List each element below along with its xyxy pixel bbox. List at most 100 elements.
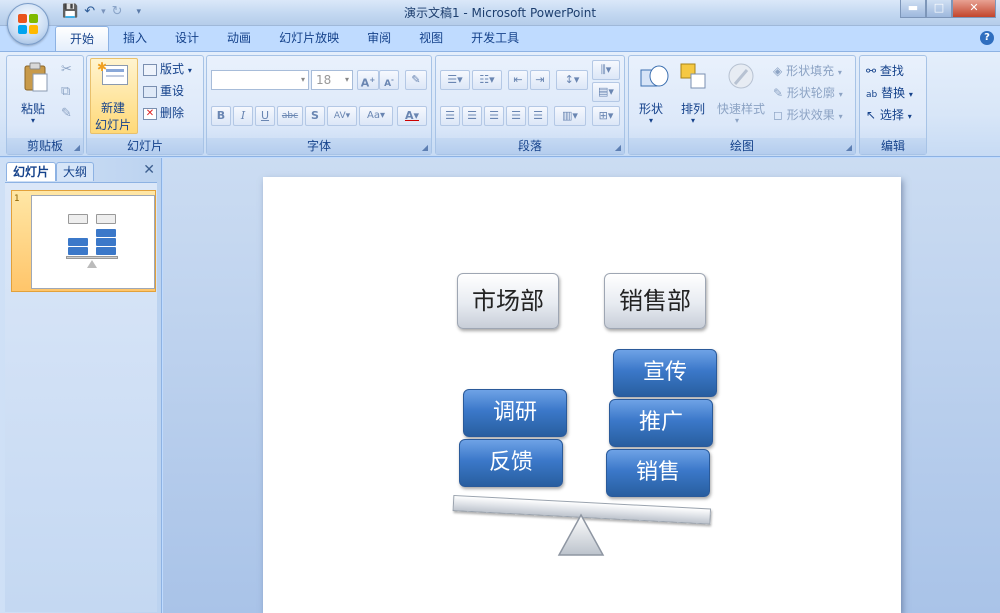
shape-effects-label: 形状效果 [786, 108, 835, 122]
paragraph-dialog-launcher-icon[interactable]: ◢ [615, 143, 621, 152]
effects-icon: ◻ [773, 108, 783, 122]
clear-formatting-icon[interactable]: ✎ [405, 70, 427, 90]
market-dept-box[interactable]: 市场部 [457, 273, 559, 329]
shapes-button[interactable]: 形状 [639, 100, 663, 117]
decrease-indent-icon[interactable]: ⇤ [508, 70, 528, 90]
italic-icon[interactable]: I [233, 106, 253, 126]
align-right-icon[interactable]: ☰ [484, 106, 504, 126]
select-button[interactable]: ↖ 选择 ▾ [866, 106, 912, 123]
shrink-font-icon[interactable]: A- [379, 70, 399, 90]
arrange-dropdown-icon[interactable]: ▾ [691, 116, 695, 125]
paste-icon [21, 62, 51, 94]
arrange-button[interactable]: 排列 [681, 100, 705, 117]
font-size-combo[interactable]: 18 ▾ [311, 70, 353, 90]
numbering-icon[interactable]: ☷▾ [472, 70, 502, 90]
quick-styles-button[interactable]: 快速样式 [717, 100, 765, 117]
shapes-icon [639, 62, 669, 94]
justify-icon[interactable]: ☰ [506, 106, 526, 126]
tab-slides-panel[interactable]: 幻灯片 [6, 162, 57, 181]
close-panel-icon[interactable]: ✕ [143, 162, 155, 178]
right-item-2[interactable]: 推广 [609, 399, 713, 447]
columns-icon[interactable]: ▥▾ [554, 106, 586, 126]
text-direction-icon[interactable]: ⫼▾ [592, 60, 620, 80]
select-label: 选择 [879, 108, 904, 122]
distributed-icon[interactable]: ☰ [528, 106, 548, 126]
office-button[interactable] [7, 3, 49, 45]
bold-icon[interactable]: B [211, 106, 231, 126]
tab-slideshow[interactable]: 幻灯片放映 [265, 26, 353, 51]
tab-insert[interactable]: 插入 [109, 26, 161, 51]
new-slide-button[interactable]: ✱ 新建 幻灯片 [90, 58, 138, 134]
panel-tabs: 幻灯片 大纲 [6, 162, 95, 182]
font-group: ▾ 18 ▾ A+ A- ✎ B I U abc S AV▾ Aa▾ A▾ 字体 … [206, 55, 432, 155]
tab-home[interactable]: 开始 [55, 26, 110, 51]
tab-view[interactable]: 视图 [405, 26, 457, 51]
tab-developer[interactable]: 开发工具 [457, 26, 533, 51]
bullets-icon[interactable]: ☰▾ [440, 70, 470, 90]
grow-font-icon[interactable]: A+ [357, 70, 379, 90]
delete-label: 删除 [160, 106, 185, 120]
shape-effects-button[interactable]: ◻ 形状效果 ▾ [773, 106, 843, 123]
align-text-icon[interactable]: ▤▾ [592, 82, 620, 102]
binoculars-icon: ⚯ [866, 64, 877, 78]
cut-icon[interactable]: ✂ [61, 62, 72, 77]
find-label: 查找 [879, 64, 904, 78]
replace-button[interactable]: ab 替换 ▾ [866, 84, 913, 101]
clipboard-dialog-launcher-icon[interactable]: ◢ [74, 143, 80, 152]
slide-canvas[interactable]: 市场部 销售部 宣传 推广 销售 调研 反馈 [263, 177, 901, 613]
find-button[interactable]: ⚯ 查找 [866, 62, 904, 79]
drawing-group-label: 绘图 [629, 138, 855, 154]
font-color-icon[interactable]: A▾ [397, 106, 427, 126]
strikethrough-icon[interactable]: abc [277, 106, 303, 126]
slide-thumbnail-preview [31, 195, 155, 289]
format-painter-icon[interactable]: ✎ [61, 106, 72, 121]
help-icon[interactable]: ? [980, 31, 994, 45]
smartart-icon[interactable]: ⊞▾ [592, 106, 620, 126]
font-name-combo[interactable]: ▾ [211, 70, 309, 90]
sales-dept-box[interactable]: 销售部 [604, 273, 706, 329]
shape-outline-button[interactable]: ✎ 形状轮廓 ▾ [773, 84, 843, 101]
minimize-button[interactable]: ▬ [900, 0, 926, 18]
fulcrum-triangle[interactable] [557, 513, 605, 559]
tab-review[interactable]: 审阅 [353, 26, 405, 51]
underline-icon[interactable]: U [255, 106, 275, 126]
right-item-3[interactable]: 销售 [606, 449, 710, 497]
shape-fill-button[interactable]: ◈ 形状填充 ▾ [773, 62, 842, 79]
paste-button[interactable]: 粘贴 [21, 100, 45, 117]
reset-icon [143, 85, 157, 98]
maximize-button[interactable]: □ [926, 0, 952, 18]
office-logo-icon [18, 14, 38, 34]
font-dialog-launcher-icon[interactable]: ◢ [422, 143, 428, 152]
delete-button[interactable]: ✕ 删除 [143, 104, 184, 121]
slide-editing-area: 市场部 销售部 宣传 推广 销售 调研 反馈 [163, 158, 1000, 613]
text-shadow-icon[interactable]: S [305, 106, 325, 126]
align-left-icon[interactable]: ☰ [440, 106, 460, 126]
line-spacing-icon[interactable]: ↕▾ [556, 70, 588, 90]
shape-fill-label: 形状填充 [786, 64, 835, 78]
character-spacing-icon[interactable]: AV▾ [327, 106, 357, 126]
slide-thumbnail-1[interactable]: 1 [11, 190, 156, 292]
tab-design[interactable]: 设计 [161, 26, 213, 51]
slides-panel: 幻灯片 大纲 ✕ 1 [0, 158, 162, 613]
left-item-1[interactable]: 调研 [463, 389, 567, 437]
drawing-dialog-launcher-icon[interactable]: ◢ [846, 143, 852, 152]
layout-icon [143, 63, 157, 76]
reset-button[interactable]: 重设 [143, 82, 184, 99]
tab-outline-panel[interactable]: 大纲 [56, 162, 95, 181]
ribbon-tabs: 开始 插入 设计 动画 幻灯片放映 审阅 视图 开发工具 [55, 26, 533, 51]
quick-styles-dropdown-icon[interactable]: ▾ [735, 116, 739, 125]
change-case-icon[interactable]: Aa▾ [359, 106, 393, 126]
right-item-1[interactable]: 宣传 [613, 349, 717, 397]
copy-icon[interactable]: ⧉ [61, 84, 70, 99]
align-center-icon[interactable]: ☰ [462, 106, 482, 126]
left-item-2[interactable]: 反馈 [459, 439, 563, 487]
ribbon: 粘贴 ▾ ✂ ⧉ ✎ 剪贴板 ◢ ✱ 新建 幻灯片 版式 ▾ 重设 ✕ 删除 幻灯… [0, 51, 1000, 157]
paste-dropdown-icon[interactable]: ▾ [31, 116, 35, 125]
increase-indent-icon[interactable]: ⇥ [530, 70, 550, 90]
shapes-dropdown-icon[interactable]: ▾ [649, 116, 653, 125]
tab-animations[interactable]: 动画 [213, 26, 265, 51]
new-slide-label-1: 新建 [101, 101, 126, 115]
layout-button[interactable]: 版式 ▾ [143, 60, 192, 77]
slide-number: 1 [14, 194, 20, 204]
close-button[interactable]: ✕ [952, 0, 996, 18]
